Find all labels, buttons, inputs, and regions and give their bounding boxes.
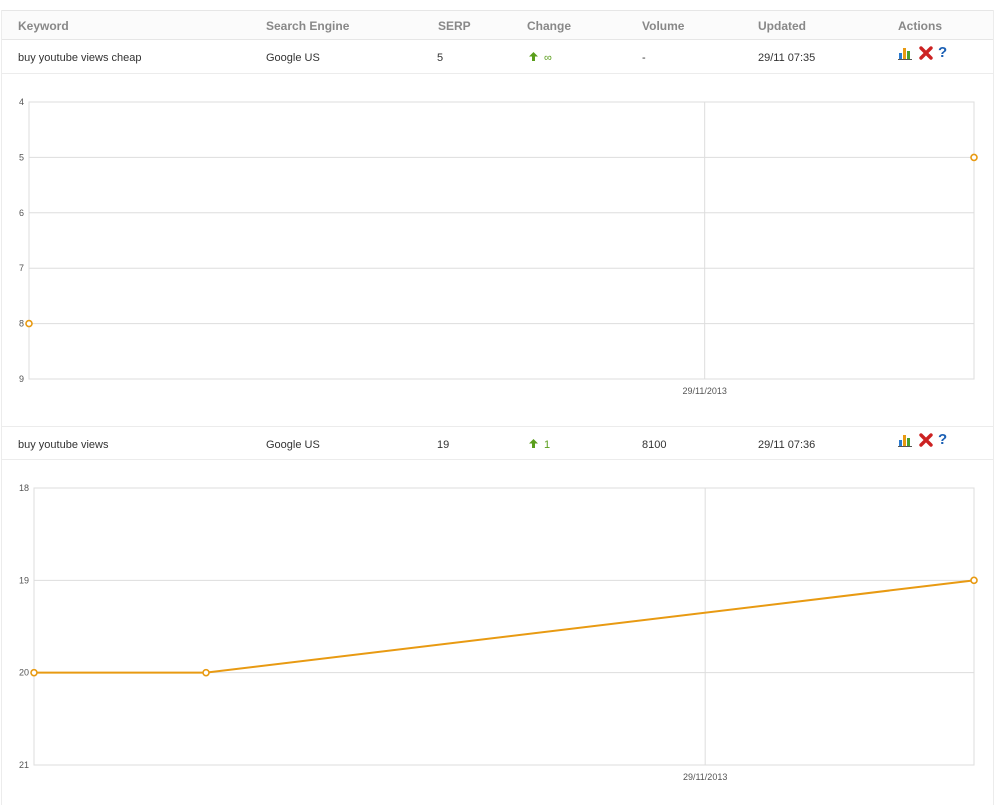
updated-cell: 29/11 07:36 xyxy=(758,439,816,451)
keyword-cell: buy youtube views xyxy=(18,439,109,451)
y-tick-label: 18 xyxy=(19,483,29,493)
delete-icon[interactable] xyxy=(919,433,933,452)
change-value: 1 xyxy=(544,439,551,451)
help-icon[interactable]: ? xyxy=(938,44,947,61)
change-cell: 1 xyxy=(529,439,550,451)
search-engine-cell: Google US xyxy=(266,439,320,451)
keyword-table: Keyword Search Engine SERP Change Volume… xyxy=(1,10,994,805)
table-header: Keyword Search Engine SERP Change Volume… xyxy=(2,10,993,40)
bar-chart-icon[interactable] xyxy=(898,46,912,65)
search-engine-cell: Google US xyxy=(266,52,320,64)
column-header-volume[interactable]: Volume xyxy=(642,19,684,33)
x-tick-label: 29/11/2013 xyxy=(682,386,726,396)
column-header-actions: Actions xyxy=(898,19,943,33)
data-point[interactable] xyxy=(202,668,210,677)
y-tick-label: 8 xyxy=(19,319,24,329)
ranking-chart-2: 18 19 20 21 29/11/2013 xyxy=(2,460,993,805)
chart-plot-frame xyxy=(33,487,975,766)
help-icon[interactable]: ? xyxy=(938,431,947,448)
change-cell: ∞ xyxy=(529,52,552,64)
data-point[interactable] xyxy=(970,576,978,585)
table-row: buy youtube views Google US 19 1 8100 29… xyxy=(2,426,993,460)
series-line xyxy=(34,579,975,674)
column-header-search-engine[interactable]: Search Engine xyxy=(266,19,349,33)
y-tick-label: 6 xyxy=(19,208,24,218)
x-tick-label: 29/11/2013 xyxy=(683,772,727,782)
column-header-serp[interactable]: SERP xyxy=(438,19,471,33)
change-value: ∞ xyxy=(544,52,552,64)
column-header-keyword[interactable]: Keyword xyxy=(18,19,69,33)
ranking-chart-2-svg: 18 19 20 21 29/11/2013 xyxy=(19,483,978,782)
chart-plot-frame xyxy=(28,101,975,380)
y-tick-label: 19 xyxy=(19,575,29,585)
keyword-cell: buy youtube views cheap xyxy=(18,52,142,64)
data-point[interactable] xyxy=(25,319,33,328)
arrow-up-icon xyxy=(529,52,538,64)
ranking-chart-1: 4 5 6 7 8 9 29/11/2013 xyxy=(2,74,993,424)
table-row: buy youtube views cheap Google US 5 ∞ - … xyxy=(2,40,993,74)
y-tick-label: 20 xyxy=(19,668,29,678)
volume-cell: - xyxy=(642,52,646,64)
y-tick-label: 9 xyxy=(19,374,24,384)
column-header-change[interactable]: Change xyxy=(527,19,571,33)
updated-cell: 29/11 07:35 xyxy=(758,52,816,64)
volume-cell: 8100 xyxy=(642,439,667,451)
delete-icon[interactable] xyxy=(919,46,933,65)
bar-chart-icon[interactable] xyxy=(898,433,912,452)
y-tick-label: 5 xyxy=(19,152,24,162)
y-tick-label: 4 xyxy=(19,97,24,107)
y-tick-label: 21 xyxy=(19,760,29,770)
data-point[interactable] xyxy=(970,153,978,162)
serp-cell: 19 xyxy=(437,439,450,451)
column-header-updated[interactable]: Updated xyxy=(758,19,806,33)
ranking-chart-1-svg: 4 5 6 7 8 9 29/11/2013 xyxy=(19,97,978,396)
data-point[interactable] xyxy=(30,668,38,677)
y-tick-label: 7 xyxy=(19,263,24,273)
arrow-up-icon xyxy=(529,439,538,451)
serp-cell: 5 xyxy=(437,52,444,64)
